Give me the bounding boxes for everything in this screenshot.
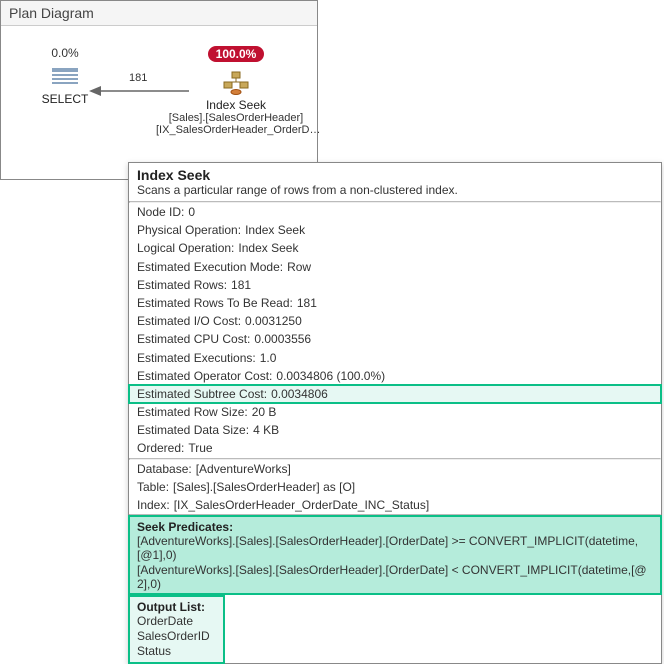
property-row: Table:[Sales].[SalesOrderHeader] as [O] <box>129 478 661 496</box>
seek-predicates-title: Seek Predicates: <box>129 518 661 534</box>
plan-diagram-panel: Plan Diagram 0.0% SELECT 181 100.0% <box>0 0 318 180</box>
seek-predicate-line: [AdventureWorks].[Sales].[SalesOrderHead… <box>129 534 661 563</box>
operator-tooltip: Index Seek Scans a particular range of r… <box>128 162 662 664</box>
property-row: Node ID:0 <box>129 203 661 221</box>
property-row: Estimated Rows To Be Read:181 <box>129 294 661 312</box>
output-column: OrderDate <box>129 614 224 629</box>
property-row: Estimated Rows:181 <box>129 276 661 294</box>
property-row: Estimated I/O Cost:0.0031250 <box>129 312 661 330</box>
seek-node-table: [Sales].[SalesOrderHeader] <box>156 112 316 124</box>
seek-node-index: [IX_SalesOrderHeader_OrderD… <box>156 124 316 136</box>
tooltip-title: Index Seek <box>129 163 661 183</box>
output-column: SalesOrderID <box>129 629 224 644</box>
property-row: Estimated Execution Mode:Row <box>129 258 661 276</box>
property-row: Estimated Operator Cost:0.0034806 (100.0… <box>129 367 661 385</box>
property-row: Index:[IX_SalesOrderHeader_OrderDate_INC… <box>129 496 661 514</box>
plan-canvas[interactable]: 0.0% SELECT 181 100.0% <box>1 26 317 176</box>
tooltip-description: Scans a particular range of rows from a … <box>129 183 661 201</box>
select-node[interactable]: 0.0% SELECT <box>20 46 110 106</box>
seek-predicates-block: Seek Predicates: [AdventureWorks].[Sales… <box>129 516 661 594</box>
property-row: Estimated Data Size:4 KB <box>129 421 661 439</box>
property-row: Database:[AdventureWorks] <box>129 460 661 478</box>
output-list-block: Output List: OrderDateSalesOrderIDStatus <box>129 596 224 663</box>
estimated-subtree-cost-row: Estimated Subtree Cost:0.0034806 <box>129 385 661 403</box>
seek-node-label: Index Seek <box>156 98 316 112</box>
seek-predicate-line: [AdventureWorks].[Sales].[SalesOrderHead… <box>129 563 661 592</box>
property-row: Physical Operation:Index Seek <box>129 221 661 239</box>
property-row: Logical Operation:Index Seek <box>129 239 661 257</box>
property-row: Estimated Row Size:20 B <box>129 403 661 421</box>
panel-title: Plan Diagram <box>1 1 317 26</box>
index-seek-node[interactable]: 100.0% Index Seek [Sales].[SalesOrderHea… <box>156 46 316 136</box>
select-icon <box>49 64 81 90</box>
seek-cost-pct-badge: 100.0% <box>208 46 265 62</box>
property-row: Estimated CPU Cost:0.0003556 <box>129 330 661 348</box>
arrow-row-count: 181 <box>129 72 147 84</box>
output-list-title: Output List: <box>129 598 224 614</box>
select-cost-pct: 0.0% <box>20 46 110 60</box>
property-row: Estimated Executions:1.0 <box>129 349 661 367</box>
index-seek-icon <box>220 70 252 96</box>
output-column: Status <box>129 644 224 659</box>
property-row: Ordered:True <box>129 439 661 457</box>
